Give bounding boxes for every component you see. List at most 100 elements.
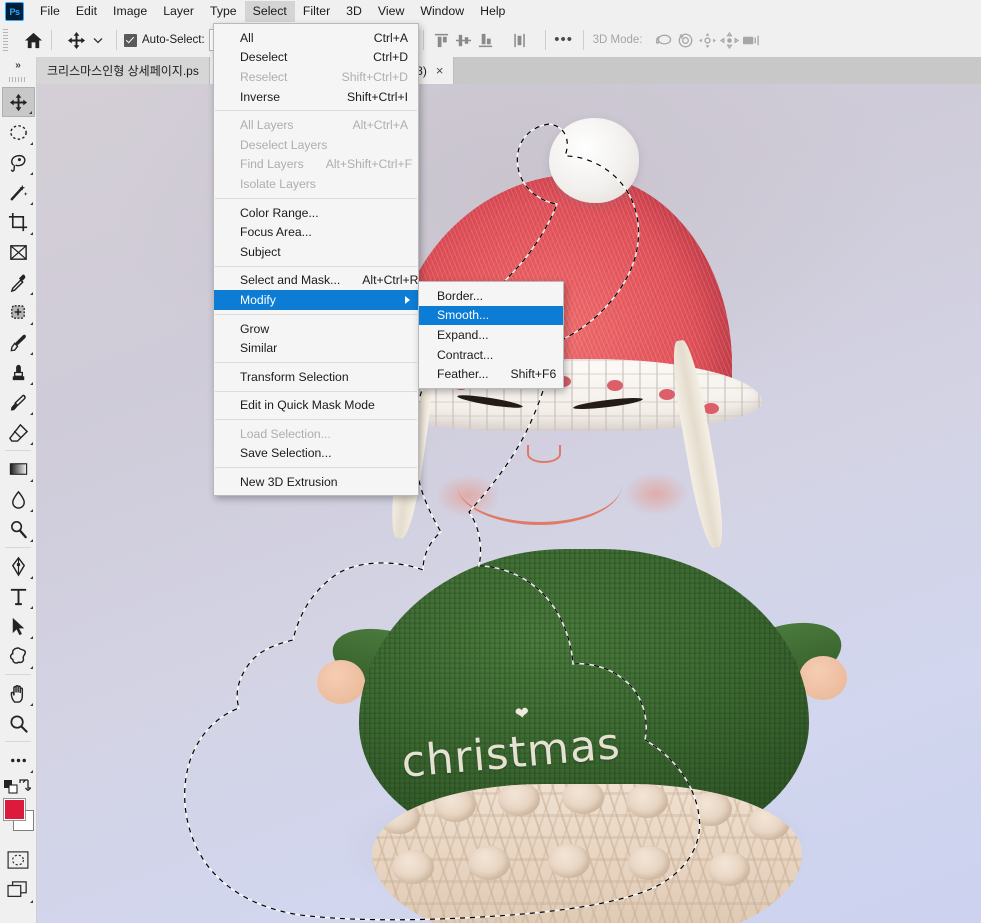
menu-help[interactable]: Help <box>472 1 513 22</box>
lasso-tool-icon <box>10 154 26 172</box>
menu-item-shortcut: Alt+Ctrl+A <box>352 118 408 133</box>
clone-stamp-tool[interactable] <box>2 357 35 387</box>
menu-window[interactable]: Window <box>412 1 472 22</box>
submenu-item-contract[interactable]: Contract... <box>419 345 563 365</box>
chevron-down-icon[interactable] <box>87 28 109 52</box>
zoom-tool[interactable] <box>2 708 35 738</box>
select-menu-dropdown[interactable]: All Ctrl+A Deselect Ctrl+D Reselect Shift+Ctr… <box>213 23 419 496</box>
menu-view[interactable]: View <box>370 1 412 22</box>
screen-mode-icon[interactable] <box>2 875 35 905</box>
path-selection-tool[interactable] <box>2 611 35 641</box>
menu-3d[interactable]: 3D <box>338 1 370 22</box>
3d-pan-icon[interactable] <box>697 28 719 52</box>
tools-panel: » <box>0 57 37 923</box>
collapse-toolbar-button[interactable]: » <box>0 57 36 73</box>
toolbar-grip[interactable] <box>9 73 27 85</box>
dodge-tool[interactable] <box>2 514 35 544</box>
flyout-indicator <box>29 900 33 903</box>
menu-type[interactable]: Type <box>202 1 245 22</box>
modify-submenu[interactable]: Border... Smooth... Expand... Contract... Fe… <box>418 281 564 389</box>
elliptical-marquee-tool[interactable] <box>2 117 35 147</box>
more-options-button[interactable]: ••• <box>553 28 575 52</box>
menu-item-save-selection[interactable]: Save Selection... <box>214 444 418 464</box>
hand-tool[interactable] <box>2 678 35 708</box>
3d-slide-icon[interactable] <box>719 28 741 52</box>
close-icon[interactable]: × <box>436 64 444 77</box>
menu-item-edit-in-quick-mask-mode[interactable]: Edit in Quick Mask Mode <box>214 396 418 416</box>
options-bar-grip[interactable] <box>3 29 8 51</box>
eraser-tool-icon <box>8 423 28 442</box>
menu-item-select-and-mask[interactable]: Select and Mask... Alt+Ctrl+R <box>214 271 418 291</box>
brush-tool[interactable] <box>2 327 35 357</box>
flyout-indicator <box>29 412 33 415</box>
menu-edit[interactable]: Edit <box>68 1 105 22</box>
dodge-tool-icon <box>10 520 27 538</box>
menu-layer[interactable]: Layer <box>155 1 202 22</box>
3d-camera-icon[interactable] <box>741 28 763 52</box>
submenu-item-expand[interactable]: Expand... <box>419 325 563 345</box>
home-icon[interactable] <box>22 28 44 52</box>
menu-item-subject[interactable]: Subject <box>214 242 418 262</box>
menu-item-focus-area[interactable]: Focus Area... <box>214 222 418 242</box>
options-bar: Auto-Select: ••• 3D Mode: <box>0 23 981 58</box>
edit-toolbar-tool[interactable] <box>2 745 35 775</box>
menu-image[interactable]: Image <box>105 1 155 22</box>
menu-bar: Ps File Edit Image Layer Type Select Filter 3D V… <box>0 0 981 24</box>
blur-tool[interactable] <box>2 484 35 514</box>
move-tool-icon[interactable] <box>65 28 87 52</box>
crop-tool[interactable] <box>2 207 35 237</box>
move-tool[interactable] <box>1 87 35 117</box>
default-colors-icon[interactable] <box>3 780 18 794</box>
menu-item-new-3d-extrusion[interactable]: New 3D Extrusion <box>214 472 418 492</box>
align-top-edges-icon[interactable] <box>431 28 453 52</box>
history-brush-tool[interactable] <box>2 387 35 417</box>
menu-item-color-range[interactable]: Color Range... <box>214 203 418 223</box>
document-image[interactable]: ❤ christmas <box>37 84 981 923</box>
menu-item-grow[interactable]: Grow <box>214 319 418 339</box>
swap-colors-icon[interactable] <box>18 779 32 792</box>
align-vertical-centers-icon[interactable] <box>453 28 475 52</box>
menu-item-label: Deselect Layers <box>240 137 328 152</box>
submenu-item-feather[interactable]: Feather... Shift+F6 <box>419 364 563 384</box>
foreground-color-swatch[interactable] <box>2 798 26 821</box>
menu-item-transform-selection[interactable]: Transform Selection <box>214 367 418 387</box>
menu-item-shortcut: Shift+Ctrl+D <box>341 69 408 84</box>
menu-item-find-layers: Find Layers Alt+Shift+Ctrl+F <box>214 155 418 175</box>
lasso-tool[interactable] <box>2 147 35 177</box>
submenu-item-smooth[interactable]: Smooth... <box>419 305 563 326</box>
toolbar-divider <box>5 741 31 742</box>
menu-filter[interactable]: Filter <box>295 1 338 22</box>
menu-item-similar[interactable]: Similar <box>214 338 418 358</box>
3d-orbit-icon[interactable] <box>653 28 675 52</box>
frame-tool[interactable] <box>2 237 35 267</box>
distribute-vertically-icon[interactable] <box>509 28 531 52</box>
spot-healing-brush-tool[interactable] <box>2 297 35 327</box>
gradient-tool[interactable] <box>2 454 35 484</box>
menu-select[interactable]: Select <box>244 1 295 22</box>
history-brush-tool-icon <box>10 394 26 411</box>
menu-separator <box>215 419 417 421</box>
auto-select-checkbox[interactable]: Auto-Select: <box>124 33 205 47</box>
menu-item-all[interactable]: All Ctrl+A <box>214 28 418 48</box>
quick-mask-icon[interactable] <box>2 845 35 875</box>
submenu-item-border[interactable]: Border... <box>419 286 563 306</box>
magic-wand-tool[interactable] <box>2 177 35 207</box>
custom-shape-tool[interactable] <box>2 641 35 671</box>
menu-item-inverse[interactable]: Inverse Shift+Ctrl+I <box>214 87 418 107</box>
pen-tool[interactable] <box>2 551 35 581</box>
eyedropper-tool[interactable] <box>2 267 35 297</box>
3d-roll-icon[interactable] <box>675 28 697 52</box>
menu-separator <box>215 265 417 267</box>
menu-item-label: New 3D Extrusion <box>240 475 338 490</box>
canvas-area[interactable]: ❤ christmas <box>37 84 981 923</box>
eraser-tool[interactable] <box>2 417 35 447</box>
align-bottom-edges-icon[interactable] <box>475 28 497 52</box>
menu-item-deselect[interactable]: Deselect Ctrl+D <box>214 48 418 68</box>
flyout-indicator <box>29 703 33 706</box>
menu-file[interactable]: File <box>32 1 68 22</box>
magic-wand-tool-icon <box>10 184 28 200</box>
menu-item-modify[interactable]: Modify <box>214 290 418 310</box>
move-tool-icon <box>9 93 27 111</box>
horizontal-type-tool[interactable] <box>2 581 35 611</box>
document-tab[interactable]: 크리스마스인형 상세페이지.ps <box>37 57 210 84</box>
